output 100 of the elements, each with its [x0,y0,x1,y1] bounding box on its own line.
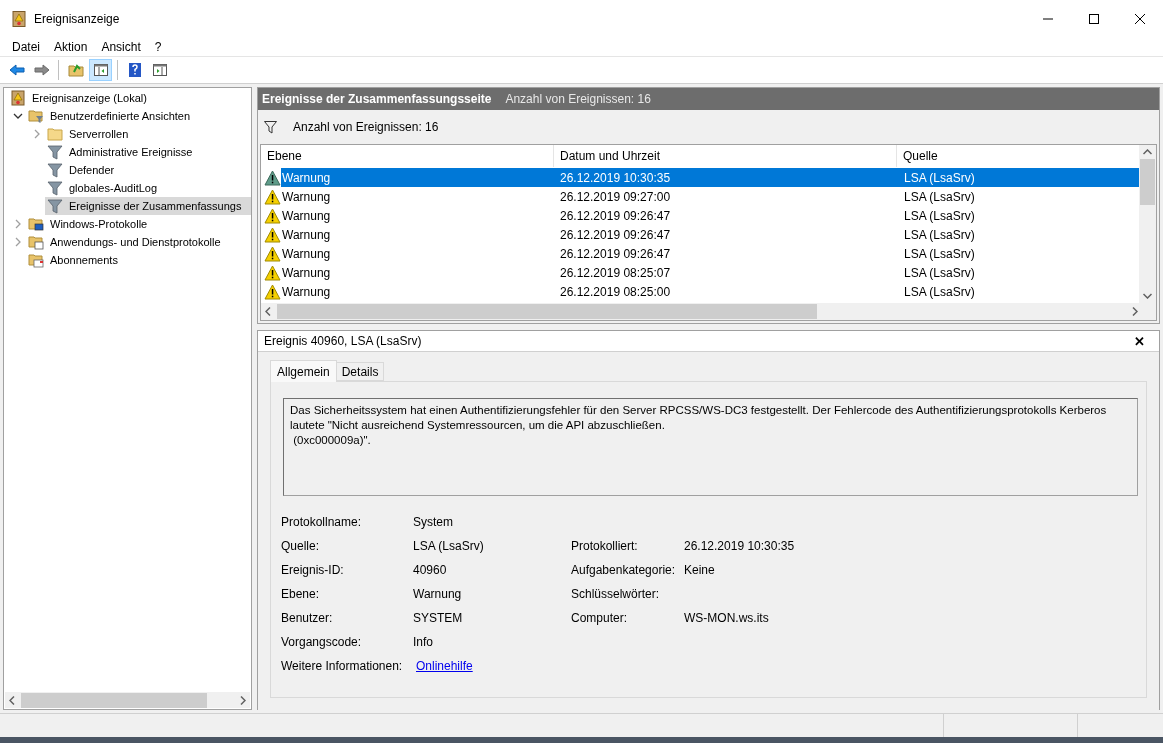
column-header[interactable]: Quelle [897,145,1139,167]
folder-arrow-icon [67,62,84,78]
table-cell-text: 26.12.2019 10:30:35 [559,169,672,187]
vertical-scrollbar[interactable] [1139,145,1156,303]
table-cell-text: 26.12.2019 08:25:07 [559,264,672,282]
expand-chevron-icon[interactable] [13,219,23,229]
menu-item[interactable]: Aktion [47,36,95,57]
folder-window-icon [28,234,44,250]
close-button[interactable]: ✕ [1134,334,1145,348]
field-label: Protokollname: [281,514,363,531]
window-title: Ereignisanzeige [34,10,120,28]
field-label: Aufgabenkategorie: [571,562,677,579]
menu-item[interactable]: Datei [5,36,47,57]
field-label: Computer: [571,610,629,627]
table-row[interactable]: Warnung 26.12.2019 09:26:47 LSA (LsaSrv) [281,244,1139,263]
table-row[interactable]: Warnung 26.12.2019 08:25:07 LSA (LsaSrv) [281,263,1139,282]
field-value: 40960 [413,562,448,579]
tree-item[interactable]: Benutzerdefinierte Ansichten [26,107,251,125]
scroll-left-icon[interactable] [265,307,271,316]
scroll-left-icon[interactable] [9,695,15,705]
tree-item[interactable]: globales-AuditLog [45,179,251,197]
forward-arrow-icon [33,62,50,78]
filter-summary: Anzahl von Ereignissen: 16 [293,119,439,136]
table-cell-text: 26.12.2019 09:27:00 [559,188,672,206]
menu-item[interactable]: Ansicht [94,36,148,57]
funnel-icon [47,198,63,214]
column-header[interactable]: Datum und Uhrzeit [554,145,897,167]
table-row[interactable]: Warnung 26.12.2019 09:26:47 LSA (LsaSrv) [281,225,1139,244]
field-label: Ereignis-ID: [281,562,345,579]
field-label: Quelle: [281,538,321,555]
scroll-right-icon[interactable] [1132,307,1138,316]
table-row[interactable]: Warnung 26.12.2019 10:30:35 LSA (LsaSrv) [281,168,1139,187]
column-header[interactable]: Ebene [261,145,554,167]
field-value: System [413,514,454,531]
tree-item[interactable]: Ereignisanzeige (Lokal) [8,89,251,107]
table-cell-text: Warnung [281,226,332,244]
field-value: Keine [684,562,716,579]
table-cell-text: 26.12.2019 08:25:00 [559,283,672,301]
tree-item[interactable]: Anwendungs- und Dienstprotokolle [26,233,251,251]
tree-item[interactable]: Ereignisse der Zusammenfassungs [45,197,251,215]
maximize-icon [1089,13,1099,24]
warning-icon [264,188,281,205]
table-cell-text: Warnung [281,245,332,263]
panel-icon [151,62,168,78]
horizontal-scrollbar[interactable] [261,303,1156,320]
table-row[interactable]: Warnung 26.12.2019 09:27:00 LSA (LsaSrv) [281,187,1139,206]
table-cell-text: Warnung [281,264,332,282]
field-label: Protokolliert: [571,538,639,555]
warning-icon [264,207,281,224]
table-cell-text: 26.12.2019 09:26:47 [559,245,672,263]
expand-chevron-icon[interactable] [32,129,42,139]
warning-icon [264,264,281,281]
filter-icon [264,120,277,134]
app-icon [12,10,26,27]
scrollbar-thumb[interactable] [1140,159,1155,205]
funnel-icon [47,162,63,178]
table-cell-text: LSA (LsaSrv) [903,226,976,244]
table-cell-text: LSA (LsaSrv) [903,169,976,187]
tab[interactable]: Allgemein [270,360,337,382]
field-label: Benutzer: [281,610,334,627]
table-cell-text: LSA (LsaSrv) [903,207,976,225]
field-value: WS-MON.ws.its [684,610,770,627]
tree-item[interactable]: Defender [45,161,251,179]
scroll-right-icon[interactable] [240,695,246,705]
scrollbar-thumb[interactable] [21,692,207,708]
table-cell-text: Warnung [281,207,332,225]
warning-icon [264,169,281,186]
event-count: Anzahl von Ereignissen: 16 [505,91,651,108]
close-icon [1135,13,1145,24]
panel-button[interactable] [89,59,112,81]
help-link[interactable]: Onlinehilfe [416,657,571,675]
back-arrow-icon [8,62,25,78]
tree-item[interactable]: Administrative Ereignisse [45,143,251,161]
tab[interactable]: Details [336,362,385,381]
tree-item[interactable]: Serverrollen [45,125,251,143]
tree-item[interactable]: Windows-Protokolle [26,215,251,233]
folder-funnel-icon [28,108,44,124]
table-cell-text: LSA (LsaSrv) [903,245,976,263]
field-label: Vorgangscode: [281,634,363,651]
scroll-up-icon[interactable] [1143,149,1152,155]
warning-icon [264,245,281,262]
tree-item[interactable]: Abonnements [26,251,251,269]
expand-chevron-icon[interactable] [13,237,23,247]
scroll-down-icon[interactable] [1143,293,1152,299]
table-cell-text: Warnung [281,188,332,206]
table-row[interactable]: Warnung 26.12.2019 09:26:47 LSA (LsaSrv) [281,206,1139,225]
panel-icon [92,62,109,78]
horizontal-scrollbar[interactable] [5,692,250,708]
field-value: SYSTEM [413,610,464,627]
funnel-icon [47,144,63,160]
table-row[interactable]: Warnung 26.12.2019 08:25:00 LSA (LsaSrv) [281,282,1139,301]
collapse-chevron-icon[interactable] [13,111,23,121]
field-value: 26.12.2019 10:30:35 [684,538,796,555]
table-cell-text: LSA (LsaSrv) [903,188,976,206]
panel-title: Ereignisse der Zusammenfassungsseite [262,91,492,108]
field-value: LSA (LsaSrv) [413,538,485,555]
table-cell-text: Warnung [281,283,332,301]
folder-calendar-icon [28,252,44,268]
menu-item[interactable]: ? [147,36,169,57]
scrollbar-thumb[interactable] [277,304,817,319]
